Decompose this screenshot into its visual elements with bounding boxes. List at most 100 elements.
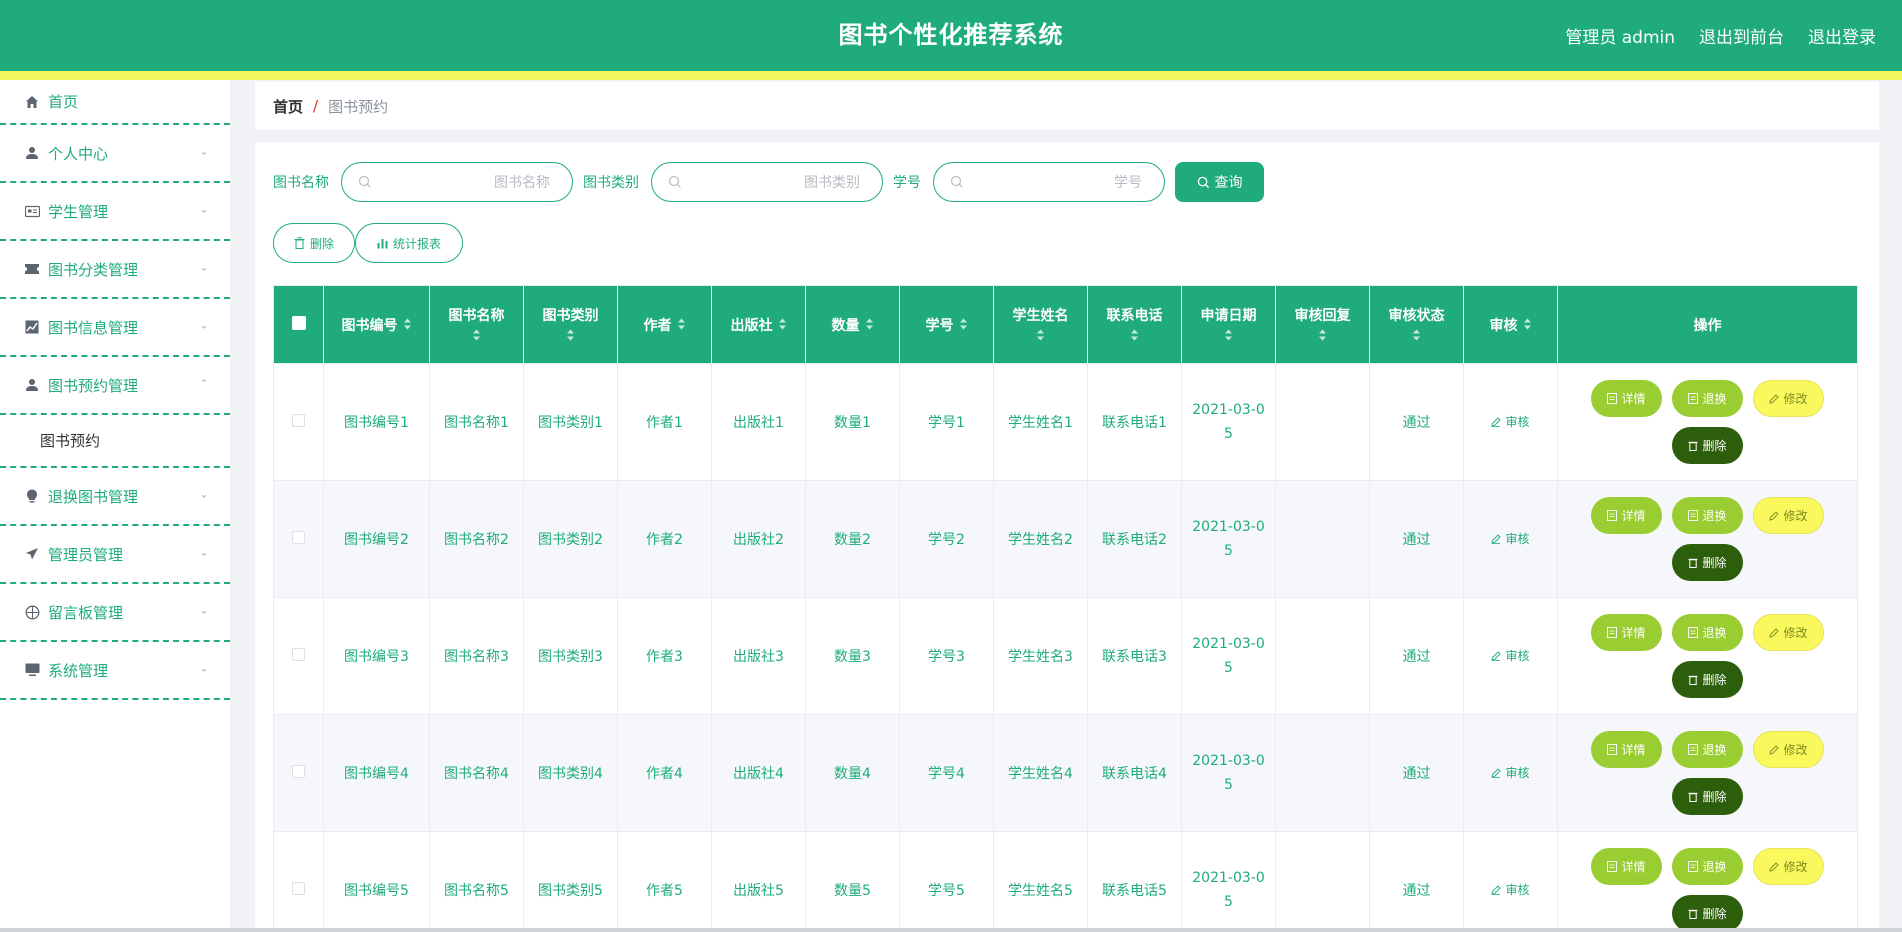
publisher-cell: 出版社3 (711, 597, 806, 715)
sidebar-item-book-info-management[interactable]: 图书信息管理 ⌄ (0, 299, 230, 357)
return-exchange-button[interactable]: 退换 (1672, 848, 1743, 885)
column-header[interactable]: 审核状态 (1369, 285, 1464, 364)
column-header[interactable]: 作者 (617, 285, 712, 364)
sort-icon[interactable] (524, 329, 617, 345)
book-name-field (341, 162, 573, 202)
delete-button[interactable]: 删除 (1672, 895, 1743, 932)
return-button-label: 退换 (1702, 743, 1727, 757)
sort-icon[interactable] (865, 318, 874, 334)
sort-icon[interactable] (1182, 329, 1275, 345)
user-icon (24, 145, 40, 161)
phone-cell: 联系电话3 (1087, 597, 1182, 715)
detail-button[interactable]: 详情 (1591, 848, 1662, 885)
table-row: 图书编号1 图书名称1 图书类别1 作者1 出版社1 数量1 学号1 学生姓名1 联系电话1 20… (273, 363, 1858, 481)
sidebar-item-system-management[interactable]: 系统管理 ⌄ (0, 642, 230, 700)
top-header: 图书个性化推荐系统 管理员 admin 退出到前台 退出登录 (0, 0, 1902, 71)
column-header[interactable]: 出版社 (711, 285, 806, 364)
row-checkbox[interactable] (292, 530, 305, 544)
sidebar-item-personal-center[interactable]: 个人中心 ⌄ (0, 125, 230, 183)
sort-icon[interactable] (1523, 318, 1532, 334)
edit-button[interactable]: 修改 (1753, 614, 1824, 651)
sidebar-subitem-book-reservation[interactable]: 图书预约 (0, 415, 230, 468)
sidebar: 首页 个人中心 ⌄ 学生管理 ⌄ 图书分类管理 ⌄ 图书信息管理 ⌄ 图书预约管… (0, 80, 230, 932)
column-header[interactable]: 审核回复 (1275, 285, 1370, 364)
back-to-front-link[interactable]: 退出到前台 (1699, 23, 1784, 48)
detail-button[interactable]: 详情 (1591, 380, 1662, 417)
current-user-label: 管理员 admin (1565, 28, 1675, 48)
detail-button-label: 详情 (1621, 626, 1646, 640)
book-name-cell: 图书名称1 (429, 363, 524, 481)
query-button[interactable]: 查询 (1175, 162, 1264, 202)
audit-link[interactable]: 审核 (1491, 530, 1530, 547)
sidebar-item-message-board-management[interactable]: 留言板管理 ⌄ (0, 584, 230, 642)
detail-button[interactable]: 详情 (1591, 497, 1662, 534)
audit-link[interactable]: 审核 (1491, 881, 1530, 898)
row-checkbox[interactable] (292, 881, 305, 895)
row-operations: 详情 退换 修改 删除 (1558, 497, 1857, 581)
sort-icon[interactable] (1276, 329, 1369, 345)
sidebar-item-book-reservation-management[interactable]: 图书预约管理 ⌃ (0, 357, 230, 415)
batch-delete-button[interactable]: 删除 (273, 223, 355, 263)
select-all-checkbox[interactable] (291, 315, 306, 330)
column-header[interactable]: 数量 (805, 285, 900, 364)
edit-button[interactable]: 修改 (1753, 848, 1824, 885)
id-card-icon (24, 203, 40, 219)
row-operations: 详情 退换 修改删除 (1558, 731, 1857, 815)
sidebar-item-book-category-management[interactable]: 图书分类管理 ⌄ (0, 241, 230, 299)
delete-button[interactable]: 删除 (1672, 544, 1743, 581)
delete-button[interactable]: 删除 (1672, 661, 1743, 698)
sidebar-item-home[interactable]: 首页 (0, 80, 230, 125)
row-checkbox[interactable] (292, 647, 305, 661)
edit-button[interactable]: 修改 (1753, 497, 1824, 534)
sidebar-item-return-exchange-management[interactable]: 退换图书管理 ⌄ (0, 468, 230, 526)
delete-button[interactable]: 删除 (1672, 427, 1743, 464)
sort-icon[interactable] (959, 318, 968, 334)
detail-button[interactable]: 详情 (1591, 731, 1662, 768)
sort-icon[interactable] (994, 329, 1087, 345)
column-header: 操作 (1557, 285, 1858, 364)
column-header[interactable]: 图书名称 (429, 285, 524, 364)
column-header[interactable]: 学号 (899, 285, 994, 364)
column-header[interactable]: 联系电话 (1087, 285, 1182, 364)
column-header[interactable]: 审核 (1463, 285, 1558, 364)
delete-button[interactable]: 删除 (1672, 778, 1743, 815)
column-header[interactable]: 申请日期 (1181, 285, 1276, 364)
sort-icon[interactable] (677, 318, 686, 334)
audit-link[interactable]: 审核 (1491, 413, 1530, 430)
book-type-input[interactable] (690, 174, 860, 190)
return-exchange-button[interactable]: 退换 (1672, 380, 1743, 417)
row-checkbox[interactable] (292, 413, 305, 427)
breadcrumb-current: 图书预约 (328, 97, 389, 116)
sidebar-item-admin-management[interactable]: 管理员管理 ⌄ (0, 526, 230, 584)
logout-link[interactable]: 退出登录 (1808, 23, 1876, 48)
book-name-input[interactable] (380, 174, 550, 190)
delete-button-label: 删除 (1702, 439, 1727, 453)
column-header[interactable]: 图书编号 (323, 285, 430, 364)
document-icon (1607, 861, 1618, 872)
student-no-cell: 学号3 (899, 597, 994, 715)
detail-button[interactable]: 详情 (1591, 614, 1662, 651)
return-button-label: 退换 (1702, 392, 1727, 406)
column-header[interactable]: 图书类别 (523, 285, 618, 364)
breadcrumb-home-link[interactable]: 首页 (273, 96, 303, 117)
edit-button[interactable]: 修改 (1753, 731, 1824, 768)
delete-button-label: 删除 (1702, 790, 1727, 804)
edit-button[interactable]: 修改 (1753, 380, 1824, 417)
row-operations: 详情 退换 修改删除 (1558, 380, 1857, 464)
return-exchange-button[interactable]: 退换 (1672, 731, 1743, 768)
sort-icon[interactable] (430, 329, 523, 345)
sort-icon[interactable] (778, 318, 787, 334)
sort-icon[interactable] (1370, 329, 1463, 345)
row-checkbox[interactable] (292, 764, 305, 778)
stats-report-button[interactable]: 统计报表 (355, 223, 463, 263)
return-exchange-button[interactable]: 退换 (1672, 614, 1743, 651)
audit-link[interactable]: 审核 (1491, 647, 1530, 664)
sidebar-item-student-management[interactable]: 学生管理 ⌄ (0, 183, 230, 241)
sort-icon[interactable] (403, 318, 412, 334)
author-cell: 作者3 (617, 597, 712, 715)
column-header[interactable]: 学生姓名 (993, 285, 1088, 364)
student-no-input[interactable] (972, 174, 1142, 190)
audit-link[interactable]: 审核 (1491, 764, 1530, 781)
sort-icon[interactable] (1088, 329, 1181, 345)
return-exchange-button[interactable]: 退换 (1672, 497, 1743, 534)
